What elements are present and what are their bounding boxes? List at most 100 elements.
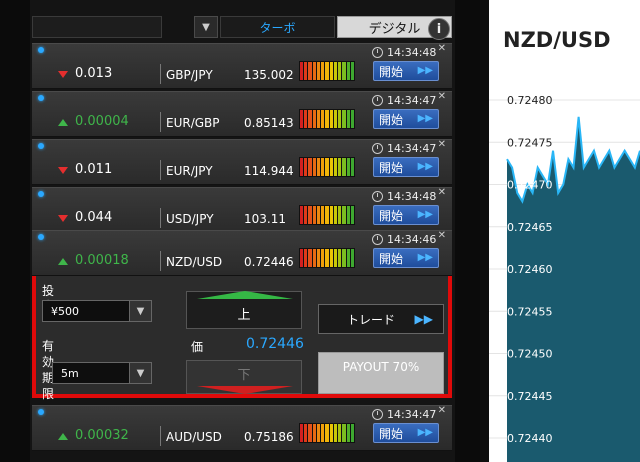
signal-segment xyxy=(338,158,342,176)
start-button-label: 開始 xyxy=(379,112,404,127)
currency-pair: EUR/GBP xyxy=(166,116,220,130)
asset-row[interactable]: ✕ 14:34:48 0.013 GBP/JPY 135.002 開始 ▶▶ xyxy=(32,43,452,89)
chevron-down-icon[interactable]: ▼ xyxy=(129,301,151,321)
start-button-label: 開始 xyxy=(379,208,404,223)
currency-pair: USD/JPY xyxy=(166,212,214,226)
signal-segment xyxy=(308,424,312,442)
signal-segment xyxy=(342,62,346,80)
asset-filter-field[interactable] xyxy=(32,16,162,38)
signal-segment xyxy=(316,110,321,128)
close-icon[interactable]: ✕ xyxy=(438,139,446,150)
signal-segment xyxy=(304,158,308,176)
asset-row-nzdusd[interactable]: 14:34:46 0.00018 NZD/USD 0.72446 開始 ▶▶ ✕ xyxy=(32,230,452,276)
signal-strength-bar xyxy=(299,205,355,225)
y-tick-label: 0.72465 xyxy=(507,221,553,234)
signal-segment xyxy=(329,424,333,442)
signal-segment xyxy=(312,62,316,80)
start-button[interactable]: 開始 ▶▶ xyxy=(373,248,439,268)
signal-segment xyxy=(304,424,308,442)
clock-icon xyxy=(372,409,383,420)
start-button-label: 開始 xyxy=(379,426,404,441)
close-icon[interactable]: ✕ xyxy=(438,405,446,416)
signal-segment xyxy=(300,249,304,267)
put-down-button[interactable]: 下 xyxy=(186,360,302,394)
divider xyxy=(160,208,161,228)
price-change: 0.013 xyxy=(75,66,113,81)
signal-segment xyxy=(329,158,333,176)
signal-segment xyxy=(346,249,350,267)
arrow-down-icon xyxy=(58,71,68,78)
expiry-select[interactable]: 5m ▼ xyxy=(52,362,152,384)
close-icon[interactable]: ✕ xyxy=(438,91,446,102)
clock-icon xyxy=(372,47,383,58)
signal-segment xyxy=(304,249,308,267)
tab-turbo[interactable]: ターボ xyxy=(220,16,335,38)
signal-segment xyxy=(312,158,316,176)
clock-icon xyxy=(372,95,383,106)
signal-segment xyxy=(346,206,350,224)
mode-tabs: ▼ ターボ デジタル xyxy=(32,16,452,38)
invest-amount-select[interactable]: ¥500 ▼ xyxy=(42,300,152,322)
signal-segment xyxy=(308,249,312,267)
signal-segment xyxy=(333,158,338,176)
start-button[interactable]: 開始 ▶▶ xyxy=(373,109,439,129)
close-icon[interactable]: ✕ xyxy=(438,43,446,54)
signal-segment xyxy=(300,158,304,176)
signal-segment xyxy=(350,110,355,128)
signal-segment xyxy=(321,206,325,224)
arrow-down-icon xyxy=(58,215,68,222)
signal-segment xyxy=(346,110,350,128)
panel-left-edge xyxy=(0,0,30,462)
signal-segment xyxy=(346,158,350,176)
start-button[interactable]: 開始 ▶▶ xyxy=(373,157,439,177)
start-button[interactable]: 開始 ▶▶ xyxy=(373,423,439,443)
price-change: 0.011 xyxy=(75,162,113,177)
asset-row[interactable]: ✕ 14:34:47 0.00032 AUD/USD 0.75186 開始 ▶▶ xyxy=(32,405,452,451)
y-tick-label: 0.72470 xyxy=(507,179,553,192)
trade-button-label: トレード xyxy=(347,312,396,327)
price-change: 0.044 xyxy=(75,210,113,225)
current-rate: 135.002 xyxy=(244,68,294,82)
signal-segment xyxy=(316,206,321,224)
y-tick-label: 0.72455 xyxy=(507,305,553,318)
start-button[interactable]: 開始 ▶▶ xyxy=(373,61,439,81)
close-icon[interactable]: ✕ xyxy=(438,187,446,198)
signal-segment xyxy=(308,62,312,80)
price-chart[interactable]: NZD/USD 0.72480 0.72475 0.72470 0.72465 0.72… xyxy=(489,0,640,462)
signal-segment xyxy=(350,249,355,267)
trade-button[interactable]: トレード ▶▶ xyxy=(318,304,444,334)
status-dot-icon xyxy=(38,234,44,240)
divider xyxy=(160,426,161,446)
signal-strength-bar xyxy=(299,157,355,177)
start-button[interactable]: 開始 ▶▶ xyxy=(373,205,439,225)
signal-segment xyxy=(300,424,304,442)
signal-segment xyxy=(350,158,355,176)
signal-strength-bar xyxy=(299,248,355,268)
asset-row[interactable]: ✕ 14:34:48 0.044 USD/JPY 103.11 開始 ▶▶ xyxy=(32,187,452,233)
info-icon[interactable]: i xyxy=(428,18,450,40)
signal-segment xyxy=(321,158,325,176)
close-icon[interactable]: ✕ xyxy=(438,230,446,241)
chevron-down-icon[interactable]: ▼ xyxy=(194,16,218,38)
asset-row[interactable]: ✕ 14:34:47 0.00004 EUR/GBP 0.85143 開始 ▶▶ xyxy=(32,91,452,137)
invest-amount-value: ¥500 xyxy=(51,304,79,318)
double-chevron-right-icon: ▶▶ xyxy=(414,312,433,326)
signal-segment xyxy=(325,110,329,128)
divider xyxy=(160,112,161,132)
signal-segment xyxy=(329,110,333,128)
divider xyxy=(160,160,161,180)
chevron-down-icon[interactable]: ▼ xyxy=(129,363,151,383)
double-chevron-right-icon: ▶▶ xyxy=(417,209,433,220)
signal-segment xyxy=(342,424,346,442)
chart-canvas: 0.72480 0.72475 0.72470 0.72465 0.72460 0.724… xyxy=(489,94,640,462)
status-dot-icon xyxy=(38,409,44,415)
arrow-down-icon xyxy=(58,167,68,174)
signal-segment xyxy=(338,62,342,80)
call-up-button[interactable]: 上 xyxy=(186,291,302,329)
signal-segment xyxy=(329,249,333,267)
asset-row[interactable]: ✕ 14:34:47 0.011 EUR/JPY 114.944 開始 ▶▶ xyxy=(32,139,452,185)
y-tick-label: 0.72480 xyxy=(507,94,553,107)
signal-segment xyxy=(338,110,342,128)
signal-segment xyxy=(312,249,316,267)
signal-segment xyxy=(346,62,350,80)
